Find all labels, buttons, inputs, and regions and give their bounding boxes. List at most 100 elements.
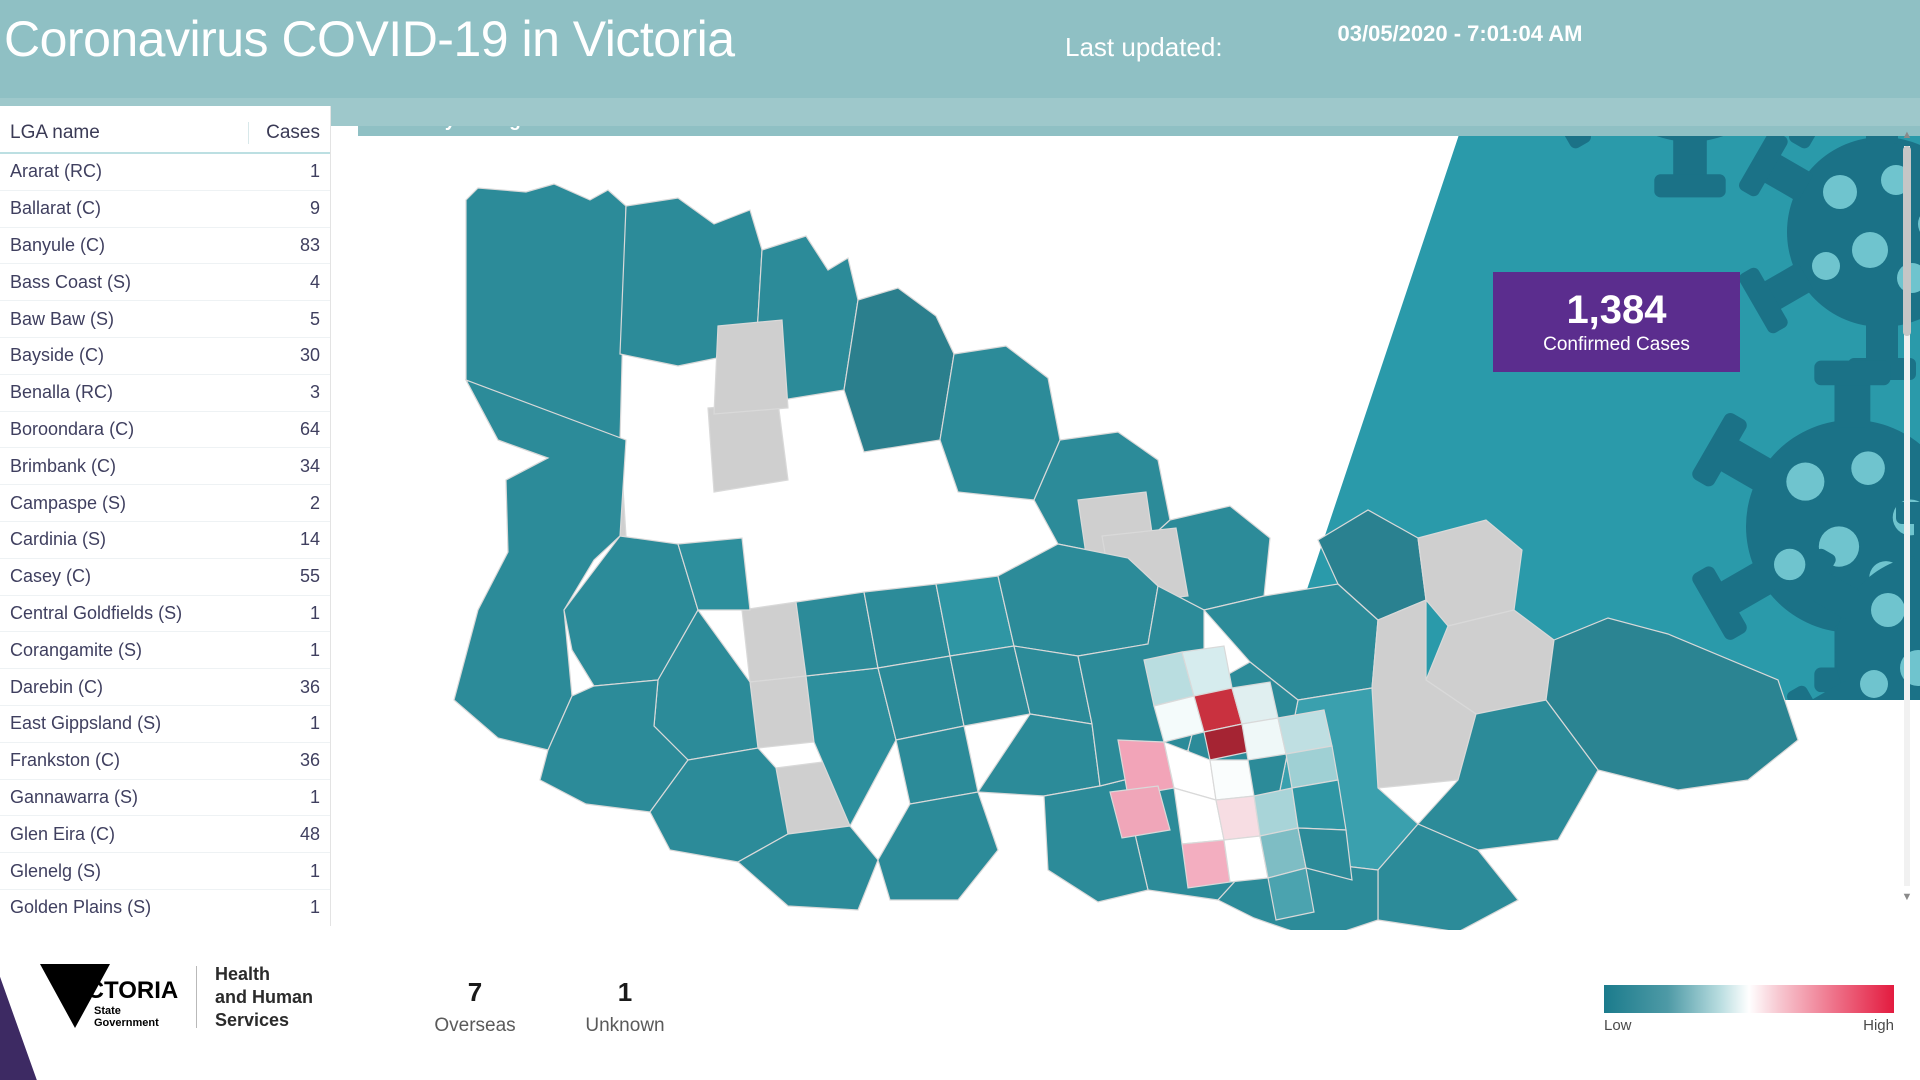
lga-region[interactable] [843, 287, 955, 453]
table-row[interactable]: Cardinia (S) 14 [0, 522, 330, 559]
scrollbar-thumb[interactable] [1903, 146, 1911, 336]
sidebar-divider [330, 106, 331, 926]
table-row[interactable]: Campaspe (S) 2 [0, 485, 330, 522]
table-row[interactable]: Central Goldfields (S) 1 [0, 596, 330, 633]
table-row[interactable]: Banyule (C) 83 [0, 228, 330, 265]
cell-cases: 3 [309, 382, 320, 403]
cell-lga-name: Ballarat (C) [10, 198, 102, 219]
victoria-triangle-icon: VICTORIA State Government [40, 964, 178, 1029]
table-header-row: LGA name Cases [0, 106, 330, 154]
column-header-lga-name[interactable]: LGA name [10, 122, 248, 144]
table-row[interactable]: Ballarat (C) 9 [0, 191, 330, 228]
cell-cases: 4 [309, 271, 320, 292]
cell-lga-name: Campaspe (S) [10, 492, 127, 513]
table-row[interactable]: Benalla (RC) 3 [0, 375, 330, 412]
stat-overseas-value: 7 [467, 977, 483, 1007]
table-row[interactable]: Brimbank (C) 34 [0, 448, 330, 486]
victoria-government-logo: VICTORIA State Government Health and Huma… [36, 958, 313, 1036]
table-row[interactable]: Casey (C) 55 [0, 559, 330, 596]
table-row[interactable]: Corangamite (S) 1 [0, 632, 330, 670]
chevron-down-icon[interactable]: ▼ [1900, 890, 1914, 904]
table-body[interactable]: Ararat (RC) 1 Ballarat (C) 9 Banyule (C) 83 Ba… [0, 154, 330, 924]
cell-lga-name: Gannawarra (S) [10, 786, 139, 807]
cell-lga-name: Glenelg (S) [10, 860, 102, 881]
logo-line1: State [94, 1005, 121, 1017]
lga-table: LGA name Cases Ararat (RC) 1 Ballarat (C) 9… [0, 106, 330, 926]
victoria-choropleth-map[interactable] [358, 140, 1920, 930]
cell-cases: 2 [309, 492, 320, 513]
dashboard-root: Coronavirus COVID-19 in Victoria Last up… [0, 0, 1920, 1080]
cell-lga-name: Bass Coast (S) [10, 271, 132, 292]
stat-overseas: 7 Overseas [400, 975, 550, 1037]
cell-cases: 34 [299, 455, 320, 476]
lga-region-mid[interactable] [1181, 839, 1231, 889]
lga-region-no-data[interactable] [749, 675, 815, 749]
table-scrollbar[interactable]: ▲ ▼ [1900, 106, 1914, 926]
cell-cases: 9 [309, 198, 320, 219]
cell-lga-name: Golden Plains (S) [10, 897, 152, 918]
cell-cases: 48 [299, 823, 320, 844]
legend-low-label: Low [1604, 1017, 1632, 1034]
lga-region[interactable] [1291, 779, 1347, 831]
cell-cases: 30 [299, 345, 320, 366]
table-row[interactable]: Baw Baw (S) 5 [0, 301, 330, 338]
cell-lga-name: Boroondara (C) [10, 418, 135, 439]
stat-unknown-label: Unknown [585, 1015, 665, 1036]
page-title: Coronavirus COVID-19 in Victoria [4, 11, 735, 67]
table-row[interactable]: Boroondara (C) 64 [0, 412, 330, 449]
cell-cases: 1 [309, 639, 320, 660]
department-name: Health and Human Services [215, 963, 314, 1030]
lga-region-no-data[interactable] [1417, 519, 1523, 627]
legend-labels: Low High [1604, 1017, 1894, 1034]
stat-unknown-value: 1 [617, 977, 633, 1007]
stat-overseas-label: Overseas [434, 1015, 516, 1036]
lga-region[interactable] [939, 345, 1061, 501]
legend-high-label: High [1863, 1017, 1894, 1034]
cell-cases: 1 [309, 860, 320, 881]
table-row[interactable]: Golden Plains (S) 1 [0, 890, 330, 924]
logo-line2: Government [94, 1017, 159, 1029]
cell-lga-name: Glen Eira (C) [10, 823, 116, 844]
lga-region[interactable] [1267, 867, 1315, 921]
cell-cases: 1 [309, 161, 320, 182]
lga-region[interactable] [795, 591, 879, 677]
logo-separator [196, 966, 197, 1028]
table-row[interactable]: Bayside (C) 30 [0, 338, 330, 375]
cell-cases: 36 [299, 750, 320, 771]
logo-wordmark: VICTORIA [64, 977, 178, 1004]
cell-lga-name: Darebin (C) [10, 676, 104, 697]
cell-cases: 1 [309, 786, 320, 807]
table-row[interactable]: Glenelg (S) 1 [0, 853, 330, 890]
bottom-stats: 7 Overseas 1 Unknown [400, 975, 700, 1037]
cell-lga-name: Ararat (RC) [10, 161, 103, 182]
cell-cases: 1 [309, 602, 320, 623]
cell-lga-name: Central Goldfields (S) [10, 602, 183, 623]
chevron-up-icon[interactable]: ▲ [1900, 128, 1914, 142]
lga-region[interactable] [863, 583, 951, 669]
lga-region[interactable] [976, 713, 1101, 797]
lga-region-no-data[interactable] [713, 319, 789, 415]
table-row[interactable]: Ararat (RC) 1 [0, 154, 330, 191]
table-row[interactable]: Glen Eira (C) 48 [0, 816, 330, 854]
lga-region-no-data[interactable] [707, 401, 789, 493]
lga-region[interactable] [1209, 759, 1255, 801]
cell-lga-name: Baw Baw (S) [10, 308, 115, 329]
lga-region[interactable] [877, 791, 999, 901]
lga-region[interactable] [895, 725, 979, 805]
confirmed-cases-card: 1,384 Confirmed Cases [1493, 272, 1740, 372]
lga-region-no-data[interactable] [741, 601, 807, 683]
map-panel: Cases by local government area [358, 106, 1920, 936]
cell-cases: 83 [299, 234, 320, 255]
confirmed-cases-value: 1,384 [1566, 288, 1667, 332]
lga-region[interactable] [1215, 795, 1261, 841]
stat-unknown: 1 Unknown [550, 975, 700, 1037]
last-updated-value: 03/05/2020 - 7:01:04 AM [1337, 21, 1583, 46]
table-row[interactable]: Darebin (C) 36 [0, 669, 330, 706]
table-row[interactable]: Gannawarra (S) 1 [0, 780, 330, 817]
column-header-cases[interactable]: Cases [248, 122, 320, 144]
table-row[interactable]: Frankston (C) 36 [0, 743, 330, 780]
table-row[interactable]: East Gippsland (S) 1 [0, 706, 330, 743]
cell-lga-name: Casey (C) [10, 566, 92, 587]
table-row[interactable]: Bass Coast (S) 4 [0, 264, 330, 302]
cell-lga-name: East Gippsland (S) [10, 713, 162, 734]
